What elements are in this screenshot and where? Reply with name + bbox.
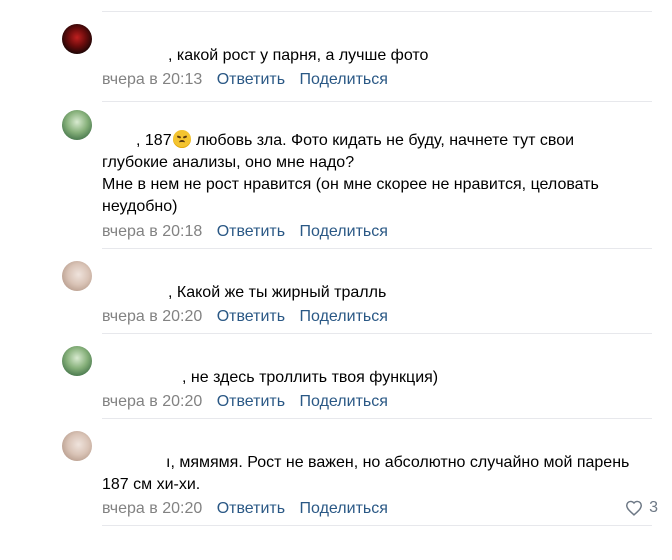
comment-text: , Какой же ты жирный тралль — [168, 284, 387, 301]
divider — [102, 525, 652, 526]
comment-meta: вчера в 20:20 Ответить Поделиться — [102, 307, 388, 327]
comment-text-part: , 187 — [136, 132, 172, 149]
reply-button[interactable]: Ответить — [217, 223, 285, 240]
comment-time[interactable]: вчера в 20:18 — [102, 223, 202, 240]
avatar[interactable] — [62, 24, 92, 54]
disappointed-face-icon — [172, 130, 191, 148]
divider — [102, 248, 652, 249]
avatar[interactable] — [62, 110, 92, 140]
comment-time[interactable]: вчера в 20:20 — [102, 393, 202, 410]
avatar[interactable] — [62, 431, 92, 461]
comment-text-part: Мне в нем не рост нравится (он мне скоре… — [102, 176, 599, 215]
comment-time[interactable]: вчера в 20:20 — [102, 308, 202, 325]
avatar[interactable] — [62, 346, 92, 376]
reply-button[interactable]: Ответить — [217, 308, 285, 325]
divider — [102, 11, 652, 12]
divider — [102, 101, 652, 102]
comment-text: , какой рост у парня, а лучше фото — [168, 47, 429, 64]
reply-button[interactable]: Ответить — [217, 500, 285, 517]
share-button[interactable]: Поделиться — [300, 500, 388, 517]
comment-meta: вчера в 20:18 Ответить Поделиться — [102, 222, 388, 242]
reply-button[interactable]: Ответить — [217, 393, 285, 410]
share-button[interactable]: Поделиться — [300, 223, 388, 240]
comment-meta: вчера в 20:20 Ответить Поделиться — [102, 392, 388, 412]
share-button[interactable]: Поделиться — [300, 393, 388, 410]
like-count: 3 — [649, 499, 658, 516]
avatar[interactable] — [62, 261, 92, 291]
divider — [102, 418, 652, 419]
comment-meta: вчера в 20:20 Ответить Поделиться — [102, 499, 388, 519]
share-button[interactable]: Поделиться — [300, 308, 388, 325]
comment-time[interactable]: вчера в 20:20 — [102, 500, 202, 517]
reply-button[interactable]: Ответить — [217, 71, 285, 88]
share-button[interactable]: Поделиться — [300, 71, 388, 88]
comment-time[interactable]: вчера в 20:13 — [102, 71, 202, 88]
comment-text: , не здесь троллить твоя функция) — [182, 369, 439, 386]
divider — [102, 333, 652, 334]
comment-text: ı, мямямя. Рост не важен, но абсолютно с… — [102, 454, 630, 493]
like-button[interactable]: 3 — [625, 499, 658, 517]
comment-text: , 187 любовь зла. Фото кидать не буду, н… — [102, 130, 642, 218]
comment-meta: вчера в 20:13 Ответить Поделиться — [102, 70, 388, 90]
heart-icon — [626, 500, 643, 516]
